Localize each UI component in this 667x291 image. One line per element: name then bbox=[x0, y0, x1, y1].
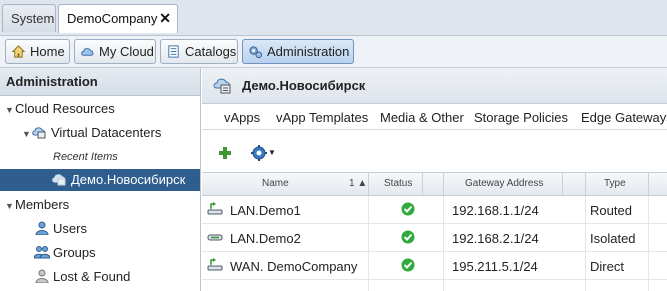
tab-democompany-label: DemoCompany bbox=[67, 11, 158, 26]
grid-toolbar: ▼ bbox=[202, 130, 667, 172]
tree-item-virtual-datacenters[interactable]: ▼ Virtual Datacenters bbox=[22, 122, 161, 144]
window-tab-bar: System DemoCompany ✕ bbox=[0, 0, 667, 36]
administration-button[interactable]: Administration bbox=[242, 39, 354, 64]
tab-edge-gateways[interactable]: Edge Gateways bbox=[581, 110, 667, 125]
column-header-name[interactable]: Name bbox=[262, 178, 289, 189]
home-button[interactable]: Home bbox=[5, 39, 70, 64]
status-ok-icon bbox=[401, 258, 415, 272]
recent-items-label: Recent Items bbox=[53, 151, 118, 163]
catalog-icon bbox=[168, 45, 179, 58]
table-row[interactable]: LAN.Demo1 192.168.1.1/24 Routed bbox=[202, 196, 667, 224]
gateway-address: 195.211.5.1/24 bbox=[452, 259, 538, 274]
column-header-type[interactable]: Type bbox=[604, 178, 626, 189]
tab-media-other[interactable]: Media & Other bbox=[380, 110, 464, 125]
column-divider bbox=[443, 196, 444, 291]
catalogs-label: Catalogs bbox=[185, 44, 237, 59]
network-type: Routed bbox=[590, 203, 632, 218]
column-divider bbox=[648, 196, 649, 291]
catalogs-button[interactable]: Catalogs bbox=[160, 39, 238, 64]
table-row[interactable]: LAN.Demo2 192.168.2.1/24 Isolated bbox=[202, 224, 667, 252]
gateway-address: 192.168.2.1/24 bbox=[452, 231, 539, 246]
column-header-gateway[interactable]: Gateway Address bbox=[465, 178, 543, 189]
groups-label: Groups bbox=[53, 245, 96, 260]
chevron-down-icon[interactable]: ▼ bbox=[268, 148, 276, 157]
selected-vdc-label: Демо.Новосибирск bbox=[71, 172, 186, 187]
datacenter-icon bbox=[213, 78, 231, 94]
cloud-icon bbox=[81, 48, 94, 56]
page-title: Демо.Новосибирск bbox=[242, 78, 366, 93]
tab-system[interactable]: System bbox=[2, 4, 56, 32]
my-cloud-label: My Cloud bbox=[99, 44, 154, 59]
tab-vapps[interactable]: vApps bbox=[224, 110, 260, 125]
lost-user-icon bbox=[35, 269, 49, 283]
datacenter-icon bbox=[52, 174, 66, 186]
home-icon bbox=[11, 45, 26, 58]
tab-system-label: System bbox=[11, 11, 55, 26]
tree-item-users[interactable]: Users bbox=[34, 218, 87, 240]
main-nav-bar: Home My Cloud Catalogs Administration bbox=[0, 36, 667, 68]
add-icon[interactable] bbox=[218, 146, 232, 160]
sub-tab-bar: vApps vApp Templates Media & Other Stora… bbox=[202, 104, 667, 130]
status-ok-icon bbox=[401, 202, 415, 216]
gears-icon bbox=[249, 46, 263, 59]
administration-label: Administration bbox=[267, 44, 350, 59]
close-icon[interactable]: ✕ bbox=[159, 5, 171, 32]
network-name: LAN.Demo1 bbox=[230, 203, 301, 218]
virtual-datacenters-label: Virtual Datacenters bbox=[51, 125, 162, 140]
network-type: Isolated bbox=[590, 231, 636, 246]
tree-item-lost-found[interactable]: Lost & Found bbox=[34, 266, 130, 288]
left-navigation-panel: Administration ▼Cloud Resources ▼ Virtual… bbox=[0, 68, 201, 291]
column-divider bbox=[585, 196, 586, 291]
isolated-network-icon bbox=[207, 234, 223, 241]
tree-item-members[interactable]: ▼Members bbox=[5, 194, 69, 216]
tree-item-selected-vdc[interactable]: Демо.Новосибирск bbox=[0, 169, 200, 191]
expand-arrow-icon[interactable]: ▼ bbox=[5, 195, 15, 217]
datacenter-icon bbox=[32, 127, 46, 139]
direct-network-icon bbox=[207, 258, 223, 271]
lost-found-label: Lost & Found bbox=[53, 269, 131, 284]
left-panel-title: Administration bbox=[0, 68, 200, 96]
cloud-resources-label: Cloud Resources bbox=[15, 101, 115, 116]
home-label: Home bbox=[30, 44, 65, 59]
grid-header: Name 1 ▲ Status Gateway Address Type bbox=[202, 172, 667, 196]
tab-democompany[interactable]: DemoCompany ✕ bbox=[58, 4, 178, 33]
expand-arrow-icon[interactable]: ▼ bbox=[5, 99, 15, 121]
tree-item-cloud-resources[interactable]: ▼Cloud Resources bbox=[5, 98, 115, 120]
status-ok-icon bbox=[401, 230, 415, 244]
table-row[interactable]: WAN. DemoCompany 195.211.5.1/24 Direct bbox=[202, 252, 667, 280]
gateway-address: 192.168.1.1/24 bbox=[452, 203, 539, 218]
tab-storage-policies[interactable]: Storage Policies bbox=[474, 110, 568, 125]
expand-arrow-icon[interactable]: ▼ bbox=[22, 123, 32, 145]
content-header: Демо.Новосибирск bbox=[202, 68, 667, 104]
members-label: Members bbox=[15, 197, 70, 212]
tab-vapp-templates[interactable]: vApp Templates bbox=[276, 110, 368, 125]
routed-network-icon bbox=[207, 202, 223, 215]
network-type: Direct bbox=[590, 259, 624, 274]
users-label: Users bbox=[53, 221, 87, 236]
gear-icon[interactable] bbox=[250, 144, 268, 162]
group-icon bbox=[34, 246, 50, 259]
tree-item-groups[interactable]: Groups bbox=[34, 242, 96, 264]
network-name: WAN. DemoCompany bbox=[230, 259, 358, 274]
column-header-status[interactable]: Status bbox=[384, 178, 412, 189]
sort-indicator[interactable]: 1 ▲ bbox=[349, 178, 367, 189]
network-name: LAN.Demo2 bbox=[230, 231, 301, 246]
user-icon bbox=[35, 221, 49, 235]
column-divider bbox=[368, 196, 369, 291]
my-cloud-button[interactable]: My Cloud bbox=[74, 39, 156, 64]
